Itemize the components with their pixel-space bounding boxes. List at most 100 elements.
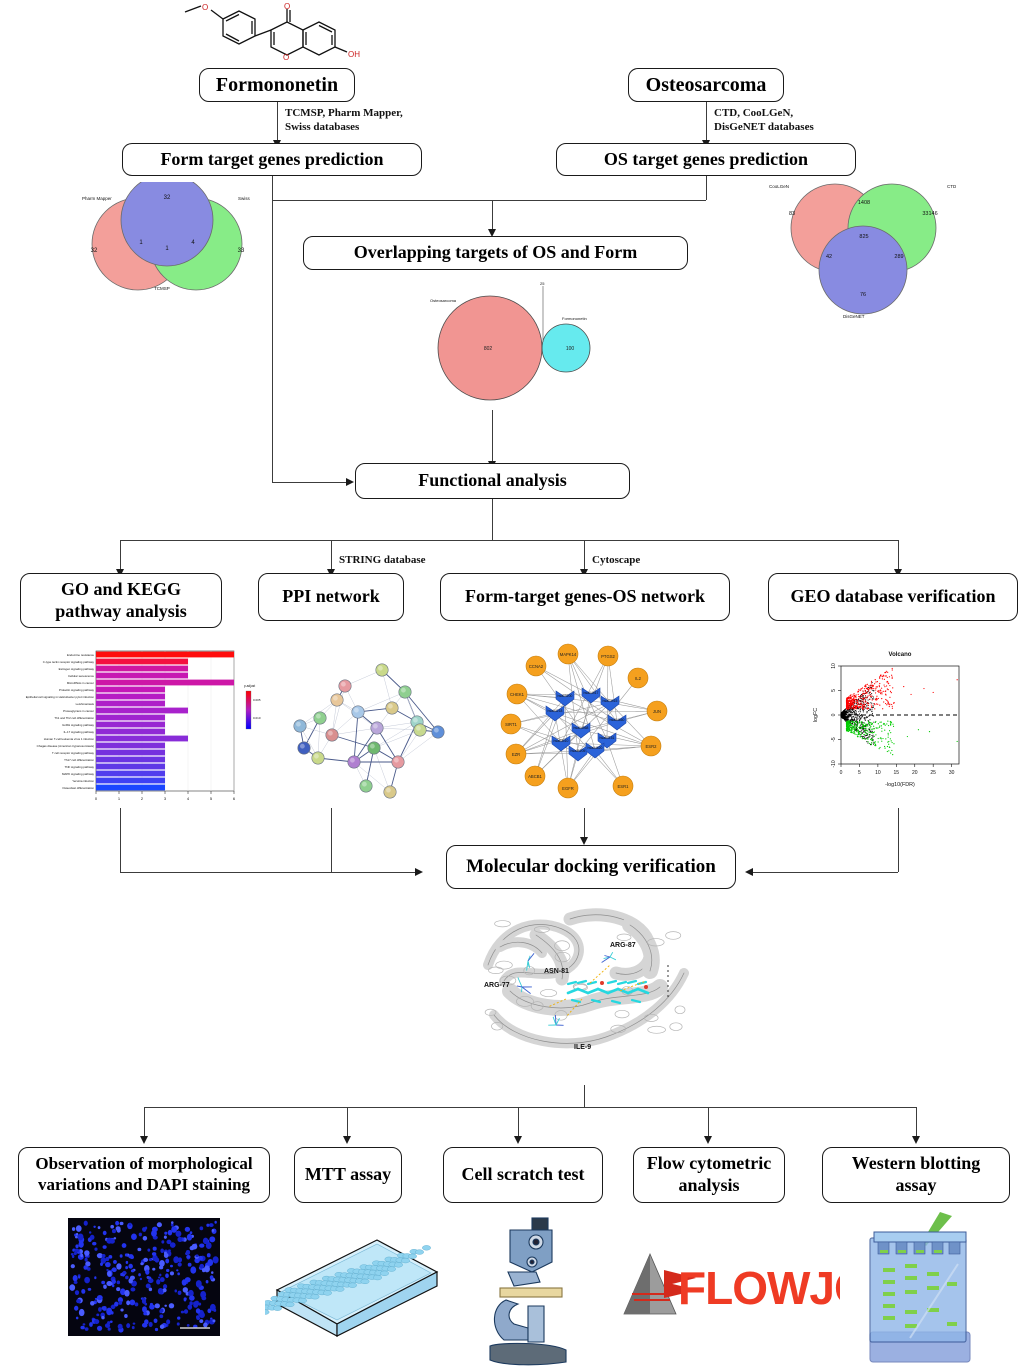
dapi-nucleus [125,1265,129,1270]
volcano-point-down [867,741,869,743]
volcano-point-up [858,707,860,709]
venn-form-count-right: 33 [238,248,245,254]
venn-os-count-bottom: 76 [860,292,866,298]
kegg-bar [96,777,165,784]
volcano-point-down [892,723,894,725]
venn-form-label-right: Swiss [238,196,251,201]
arrowhead-docking-top [579,837,588,845]
box-form-target-prediction[interactable]: Form target genes prediction [122,143,422,176]
venn-form-count-top: 32 [164,195,171,201]
kegg-bar-label: GnRH signaling pathway [62,723,94,727]
box-os-target-label: OS target genes prediction [603,148,809,169]
box-western-blotting-assay[interactable]: Western blotting assay [822,1147,1010,1203]
volcano-point-down [882,737,884,740]
kegg-bar [96,693,165,700]
volcano-point-down [906,735,908,738]
arrowhead-functional-left [346,477,354,486]
volcano-plot: Volcano 0 5 10 15 20 25 30 -10 -5 0 5 10 -log10(FDR) l… [805,640,980,805]
dapi-nucleus [148,1276,152,1280]
volcano-point [865,695,867,697]
volcano-point-up [870,680,873,682]
volcano-point-down [850,728,852,730]
volcano-point-up [846,696,848,699]
volcano-point-down [886,745,889,748]
box-go-kegg[interactable]: GO and KEGG pathway analysis [20,573,222,628]
volcano-point-up [882,690,884,692]
volcano-point [872,736,874,738]
dapi-nucleus [196,1316,201,1320]
dapi-nucleus [132,1322,136,1325]
plate-well [422,1245,431,1251]
volcano-point-down [859,736,861,738]
ligand-bond [616,980,628,986]
molecule-label-o3: O [283,53,289,62]
residue-sidechain [521,986,523,993]
box-mtt-assay[interactable]: MTT assay [294,1147,402,1203]
dapi-nucleus [183,1298,187,1302]
dapi-nucleus [98,1307,102,1312]
kegg-bar-chart: Endocrine resistance C-type lectin recept… [20,643,270,808]
dapi-nucleus [200,1290,207,1299]
connector-functional-down [492,499,493,540]
volcano-point [844,716,846,719]
box-formononetin[interactable]: Formononetin [199,68,355,102]
dapi-nucleus [78,1240,84,1248]
dapi-nucleus [96,1313,100,1317]
residue-sidechain [604,955,611,958]
box-flow-cytometric-analysis[interactable]: Flow cytometric analysis [633,1147,785,1203]
volcano-point [871,702,873,704]
venn-form-label-bottom: TCMSP [154,286,170,291]
volcano-point [846,715,848,717]
dapi-nucleus [84,1276,90,1284]
volcano-point-down [846,723,849,726]
volcano-point-down [888,743,890,745]
volcano-point-up [880,689,882,691]
box-os-target-prediction[interactable]: OS target genes prediction [556,143,856,176]
dapi-nucleus [81,1289,86,1294]
kegg-bar-label: Epithelial cell signaling in Helicobacte… [26,695,95,699]
box-go-kegg-label-2: pathway analysis [55,600,187,621]
volcano-point [863,717,865,719]
volcano-point-down [888,730,891,732]
volcano-point [857,718,859,720]
volcano-point-down [856,725,858,727]
box-geo-verification[interactable]: GEO database verification [768,573,1018,621]
volcano-point-down [892,754,894,756]
connector-to-ppi [331,540,332,570]
western-blot-tank-illustration [852,1212,982,1372]
box-osteosarcoma[interactable]: Osteosarcoma [628,68,784,102]
venn-os-count-center: 825 [859,234,868,240]
dapi-nucleus [107,1270,112,1277]
plate-well [348,1282,357,1288]
box-observation-dapi[interactable]: Observation of morphological variations … [18,1147,270,1203]
volcano-point-down [880,721,882,723]
box-functional-analysis[interactable]: Functional analysis [355,463,630,499]
box-molecular-docking[interactable]: Molecular docking verification [446,845,736,889]
volcano-point [856,703,858,705]
volcano-point-up [891,707,894,709]
kegg-bar [96,735,188,742]
box-form-target-os-network[interactable]: Form-target genes-OS network [440,573,730,621]
volcano-point [850,719,852,721]
volcano-point-up [891,705,893,707]
dapi-nucleus [203,1322,208,1328]
box-overlapping-targets[interactable]: Overlapping targets of OS and Form [303,236,688,270]
volcano-point-down [857,729,860,731]
volcano-point-up [886,676,888,679]
dapi-nucleus [97,1226,101,1230]
dapi-nucleus [80,1253,84,1258]
dapi-nucleus [111,1284,115,1288]
plate-well [373,1274,382,1281]
plate-well [360,1278,370,1285]
dapi-nucleus [143,1257,149,1263]
dapi-nucleus [143,1229,146,1232]
volcano-point-down [871,732,873,734]
dapi-nucleus [213,1308,217,1312]
box-ppi-network[interactable]: PPI network [258,573,404,621]
volcano-xtick: 0 [840,770,843,776]
volcano-xtick: 25 [930,770,936,776]
volcano-point-up [869,687,871,690]
box-cell-scratch-test[interactable]: Cell scratch test [443,1147,603,1203]
dapi-nucleus [113,1237,117,1240]
connector-to-go-kegg [120,540,121,570]
